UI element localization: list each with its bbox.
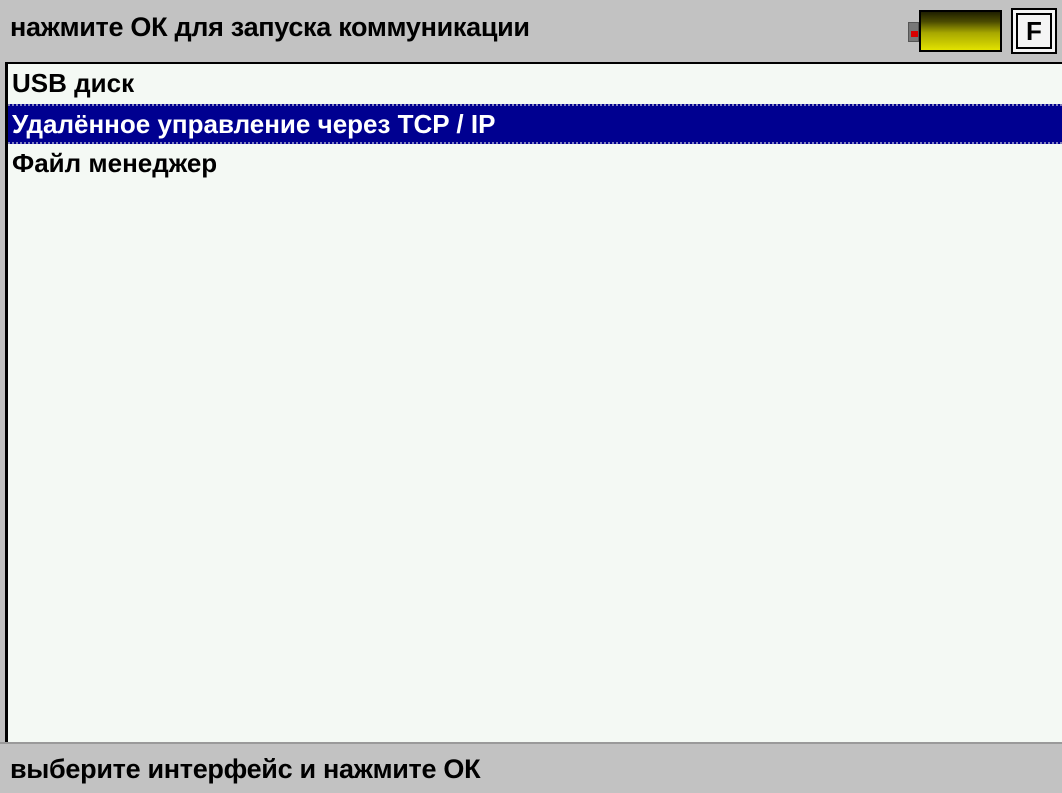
status-bar: выберите интерфейс и нажмите ОК <box>0 742 1062 793</box>
header-bar: нажмите ОК для запуска коммуникации F <box>0 0 1062 62</box>
page-title: нажмите ОК для запуска коммуникации <box>10 12 530 42</box>
list-item-label: USB диск <box>12 68 135 98</box>
list-item-usb-disk[interactable]: USB диск <box>8 64 1062 104</box>
function-key-button[interactable]: F <box>1011 8 1057 54</box>
function-key-label: F <box>1016 13 1052 49</box>
battery-level <box>919 10 1002 52</box>
communication-screen: нажмите ОК для запуска коммуникации F US… <box>0 0 1062 793</box>
status-hint: выберите интерфейс и нажмите ОК <box>10 754 481 784</box>
battery-icon <box>908 10 1004 52</box>
battery-tip <box>908 22 919 42</box>
battery-low-indicator <box>911 31 918 37</box>
interface-list: USB диск Удалённое управление через TCP … <box>5 62 1062 742</box>
list-item-label: Удалённое управление через TCP / IP <box>12 109 496 139</box>
list-item-label: Файл менеджер <box>12 148 218 178</box>
list-item-file-manager[interactable]: Файл менеджер <box>8 144 1062 184</box>
list-item-remote-tcp-ip[interactable]: Удалённое управление через TCP / IP <box>8 104 1062 144</box>
